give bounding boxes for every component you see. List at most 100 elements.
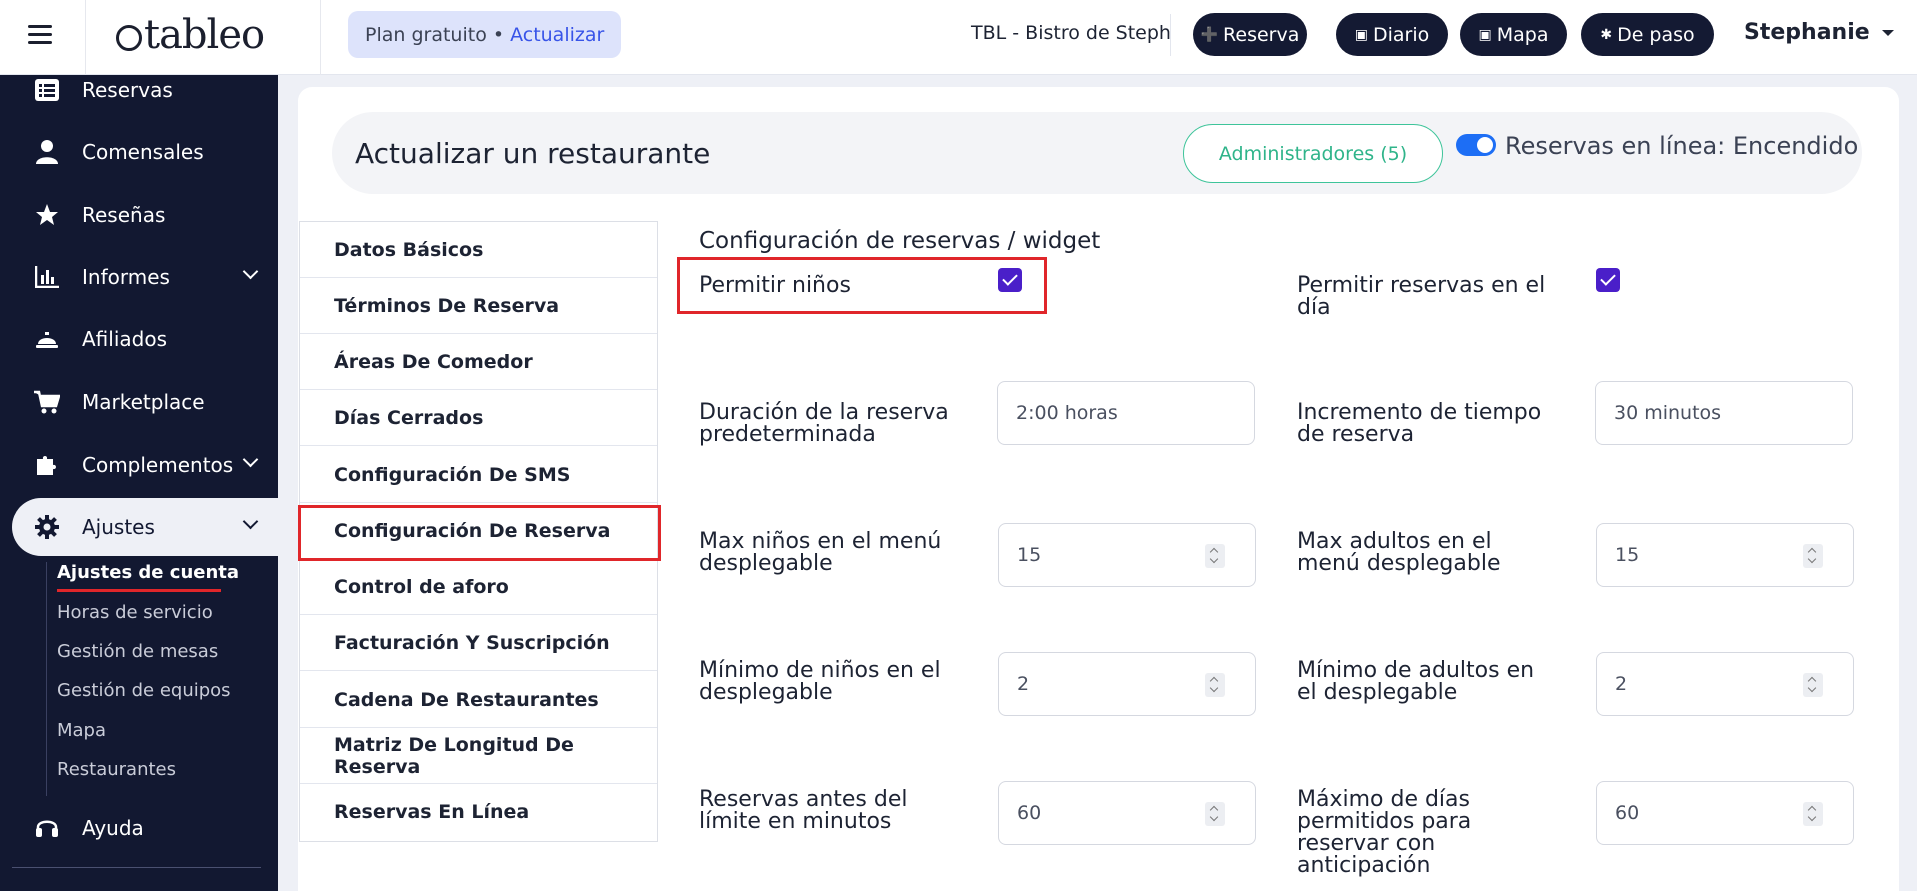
submenu-item-gestion-de-equipos[interactable]: Gestión de equipos (57, 680, 231, 701)
stepper-icon[interactable] (1803, 673, 1823, 697)
plan-text: Plan gratuito • (365, 23, 505, 46)
menu-item-terminos-de-reserva[interactable]: Términos De Reserva (300, 278, 657, 334)
menu-item-facturacion[interactable]: Facturación Y Suscripción (300, 615, 657, 671)
min-adults-value: 2 (1615, 673, 1628, 695)
sidebar-item-label: Informes (82, 265, 170, 289)
logo-mark (116, 25, 142, 51)
max-adults-value: 15 (1615, 544, 1640, 566)
submenu-item-ajustes-de-cuenta[interactable]: Ajustes de cuenta (57, 562, 239, 583)
puzzle-icon (34, 452, 60, 478)
menu-item-configuracion-de-sms[interactable]: Configuración De SMS (300, 447, 657, 503)
divider (1170, 14, 1171, 56)
submenu-guide-line (46, 562, 47, 796)
cart-icon (34, 389, 60, 415)
tableo-logo[interactable]: tableo (116, 10, 265, 60)
max-adults-input[interactable]: 15 (1596, 523, 1854, 587)
restaurant-name[interactable]: TBL - Bistro de Steph (971, 22, 1171, 44)
divider (12, 867, 261, 868)
gear-icon (34, 514, 60, 540)
menu-item-cadena-de-restaurantes[interactable]: Cadena De Restaurantes (300, 672, 657, 728)
stepper-icon[interactable] (1205, 673, 1225, 697)
max-days-advance-value: 60 (1615, 802, 1640, 824)
default-duration-input[interactable]: 2:00 horas (997, 381, 1255, 445)
sidebar-item-label: Ajustes (82, 515, 155, 539)
stepper-icon[interactable] (1803, 802, 1823, 826)
map-button[interactable]: ▣ Mapa (1460, 13, 1567, 56)
user-menu[interactable]: Stephanie (1744, 20, 1894, 45)
label-line: desplegable (699, 680, 833, 705)
user-icon (34, 139, 60, 165)
upgrade-link[interactable]: Actualizar (510, 24, 604, 46)
max-days-advance-input[interactable]: 60 (1596, 781, 1854, 845)
calendar-icon: ▣ (1354, 26, 1368, 43)
max-children-value: 15 (1017, 544, 1042, 566)
map-icon: ▣ (1478, 26, 1492, 43)
submenu-item-gestion-de-mesas[interactable]: Gestión de mesas (57, 641, 218, 662)
plus-circle-icon: ➕ (1200, 26, 1219, 43)
stepper-icon[interactable] (1205, 544, 1225, 568)
walk-in-label: De paso (1617, 23, 1695, 46)
sidebar-item-afiliados[interactable]: Afiliados (12, 310, 278, 368)
sidebar-item-informes[interactable]: Informes (12, 248, 278, 306)
max-children-label: Max niños en el menú desplegable (699, 531, 941, 575)
chevron-down-icon (1881, 30, 1894, 36)
sidebar-item-reservas[interactable]: Reservas (12, 61, 278, 119)
section-title: Configuración de reservas / widget (699, 228, 1101, 254)
allow-children-highlight (677, 257, 1047, 314)
administrators-button[interactable]: Administradores (5) (1183, 124, 1443, 183)
stepper-icon[interactable] (1205, 802, 1225, 826)
menu-item-datos-basicos[interactable]: Datos Básicos (300, 222, 657, 278)
time-increment-input[interactable]: 30 minutos (1595, 381, 1853, 445)
plan-badge: Plan gratuito • Actualizar (348, 11, 622, 58)
submenu-item-horas-de-servicio[interactable]: Horas de servicio (57, 602, 213, 623)
submenu-item-mapa[interactable]: Mapa (57, 720, 106, 741)
label-line: el desplegable (1297, 680, 1458, 705)
sidebar-item-label: Comensales (82, 140, 204, 164)
submenu-item-restaurantes[interactable]: Restaurantes (57, 759, 176, 780)
menu-item-dias-cerrados[interactable]: Días Cerrados (300, 390, 657, 446)
diary-label: Diario (1372, 23, 1430, 46)
map-label: Mapa (1496, 23, 1549, 46)
label-line: límite en minutos (699, 809, 892, 834)
top-bar: tableo Plan gratuito • Actualizar TBL - … (0, 0, 1917, 75)
same-day-checkbox[interactable] (1596, 268, 1620, 292)
hamburger-menu-icon[interactable] (24, 20, 60, 50)
sidebar-item-comensales[interactable]: Comensales (12, 123, 278, 181)
label-line: Permitir reservas en el (1297, 273, 1546, 298)
cutoff-minutes-value: 60 (1017, 802, 1042, 824)
same-day-label: Permitir reservas en el día (1297, 275, 1545, 319)
min-children-value: 2 (1017, 673, 1030, 695)
sidebar-item-marketplace[interactable]: Marketplace (12, 373, 278, 431)
divider (320, 0, 321, 75)
stepper-icon[interactable] (1803, 544, 1823, 568)
menu-item-reservas-en-linea[interactable]: Reservas En Línea (300, 784, 657, 840)
max-children-input[interactable]: 15 (998, 523, 1256, 587)
sidebar: Reservas Comensales Reseñas Informes Afi… (0, 75, 278, 891)
min-children-label: Mínimo de niños en el desplegable (699, 660, 941, 704)
label-line: predeterminada (699, 422, 876, 447)
walk-in-button[interactable]: ✱ De paso (1581, 13, 1714, 56)
min-adults-input[interactable]: 2 (1596, 652, 1854, 716)
sidebar-item-complementos[interactable]: Complementos (12, 436, 278, 494)
min-children-input[interactable]: 2 (998, 652, 1256, 716)
menu-item-matriz-de-longitud[interactable]: Matriz De Longitud De Reserva (300, 728, 657, 784)
sidebar-item-label: Reseñas (82, 203, 166, 227)
headset-icon (34, 815, 60, 841)
sidebar-item-ayuda[interactable]: Ayuda (12, 799, 278, 857)
diary-button[interactable]: ▣ Diario (1336, 13, 1448, 56)
online-bookings-label: Reservas en línea: Encendido (1505, 132, 1859, 160)
chart-icon (34, 264, 60, 290)
cutoff-minutes-label: Reservas antes del límite en minutos (699, 789, 907, 833)
walk-icon: ✱ (1600, 26, 1613, 43)
menu-item-areas-de-comedor[interactable]: Áreas De Comedor (300, 334, 657, 390)
menu-item-control-de-aforo[interactable]: Control de aforo (300, 559, 657, 615)
online-bookings-toggle[interactable] (1456, 134, 1496, 156)
max-days-advance-label: Máximo de días permitidos para reservar co… (1297, 789, 1471, 877)
sidebar-item-label: Ayuda (82, 816, 144, 840)
cutoff-minutes-input[interactable]: 60 (998, 781, 1256, 845)
new-reservation-button[interactable]: ➕ Reserva (1193, 13, 1307, 56)
label-line: menú desplegable (1297, 551, 1501, 576)
sidebar-item-ajustes[interactable]: Ajustes (12, 498, 278, 556)
sidebar-item-resenas[interactable]: Reseñas (12, 186, 278, 244)
toggle-knob (1477, 137, 1493, 153)
